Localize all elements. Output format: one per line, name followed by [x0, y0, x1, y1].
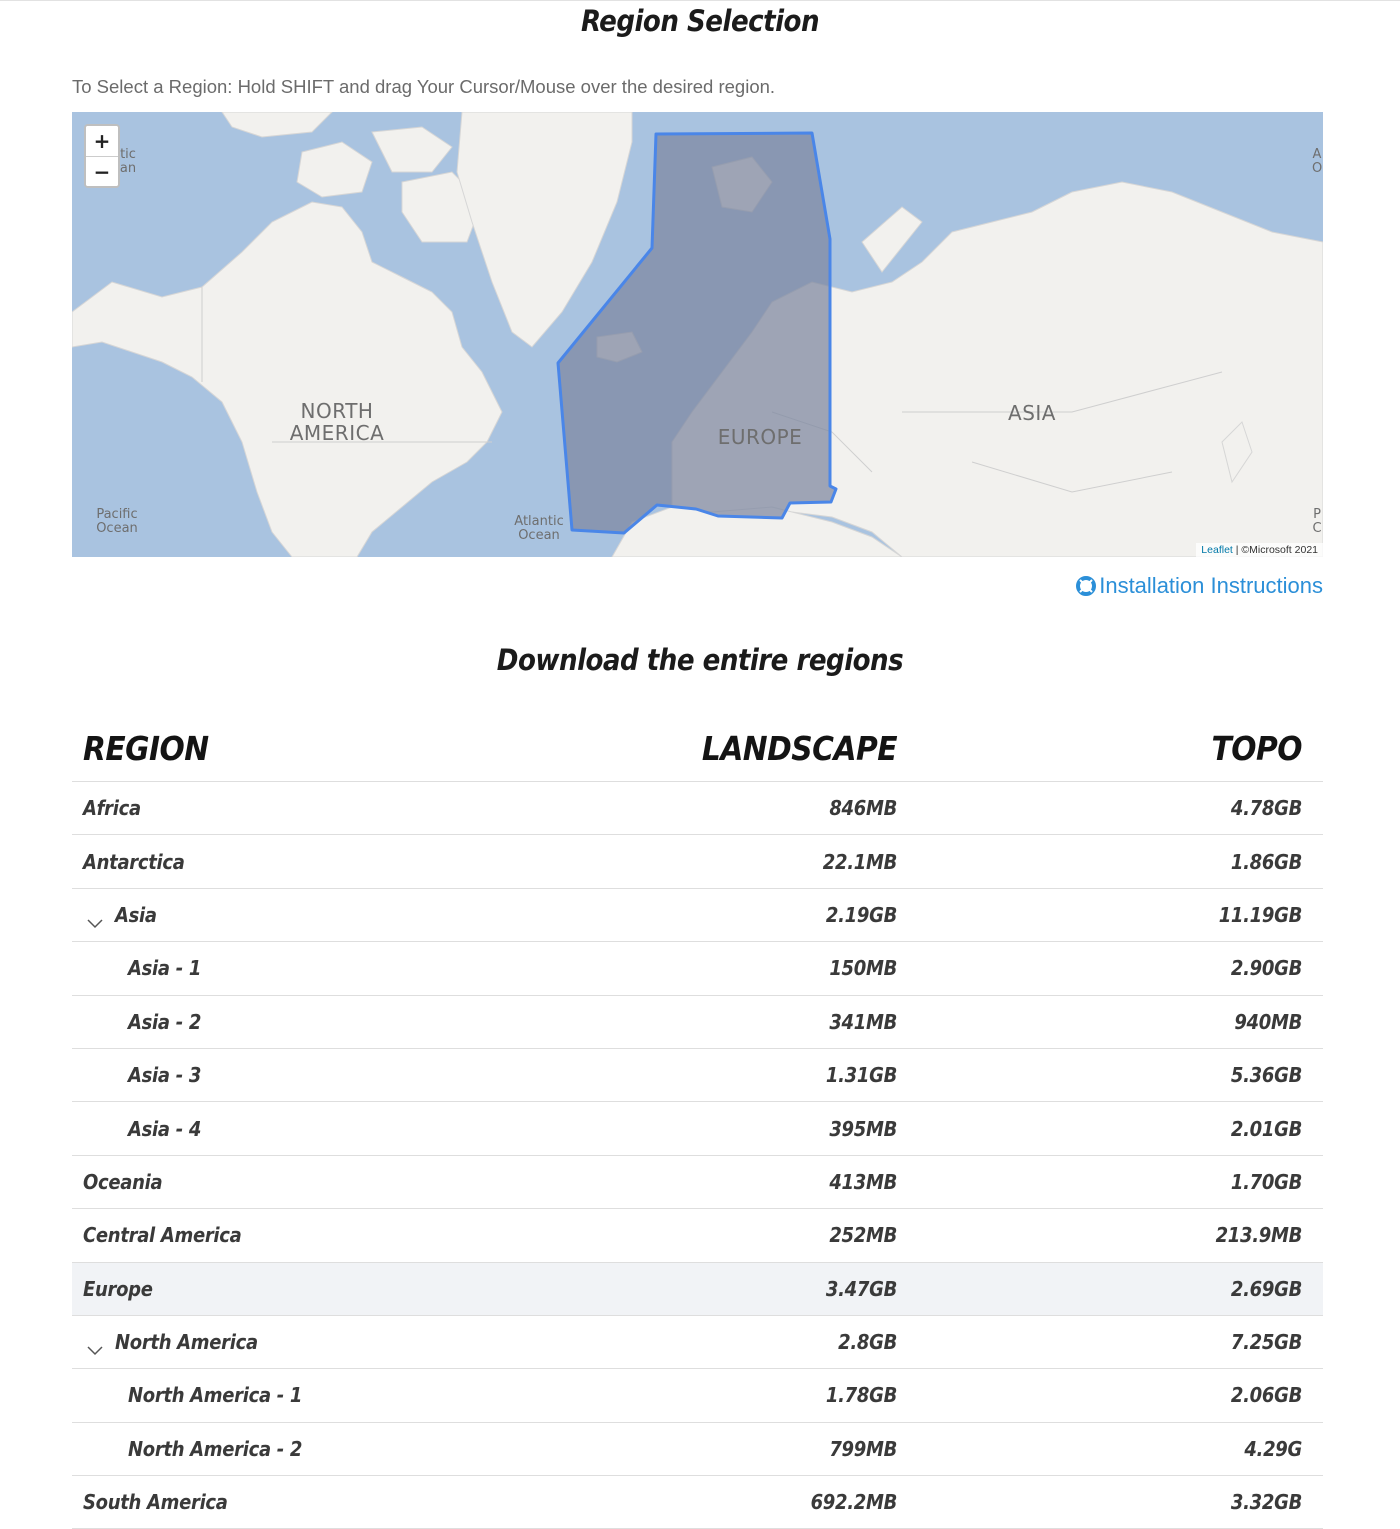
landscape-download-link[interactable]: 692.2MB	[811, 1490, 898, 1514]
region-name: Asia - 1	[128, 956, 202, 981]
region-name: North America - 1	[128, 1383, 303, 1408]
topo-download-link[interactable]: 4.78GB	[1231, 796, 1302, 820]
landscape-download-link[interactable]: 252MB	[829, 1223, 897, 1247]
region-name: Antarctica	[83, 849, 185, 874]
region-name: North America - 2	[128, 1436, 303, 1461]
arctic-ocean-label: tic an	[119, 147, 137, 177]
landscape-download-link[interactable]: 2.8GB	[838, 1330, 897, 1354]
chevron-down-icon[interactable]	[87, 910, 103, 929]
landscape-download-link[interactable]: 799MB	[829, 1437, 897, 1461]
table-row[interactable]: Antarctica 22.1MB 1.86GB	[72, 835, 1323, 889]
europe-label: EUROPE	[717, 425, 803, 449]
table-row[interactable]: Asia - 3 1.31GB 5.36GB	[72, 1049, 1323, 1103]
region-name: Oceania	[83, 1169, 163, 1194]
arctic-ocean-right-label: A O	[1312, 147, 1323, 177]
chevron-down-icon[interactable]	[87, 1337, 103, 1356]
table-row[interactable]: Asia - 2 341MB 940MB	[72, 996, 1323, 1049]
north-america-label: NORTH AMERICA	[289, 399, 385, 445]
landscape-download-link[interactable]: 1.31GB	[826, 1063, 897, 1087]
landscape-download-link[interactable]: 341MB	[829, 1010, 897, 1034]
zoom-control: + −	[84, 124, 120, 188]
table-row-selected[interactable]: Europe 3.47GB 2.69GB	[72, 1262, 1323, 1316]
topo-download-link[interactable]: 4.29G	[1244, 1437, 1302, 1461]
topo-download-link[interactable]: 1.70GB	[1231, 1170, 1302, 1194]
table-row[interactable]: Africa 846MB 4.78GB	[72, 782, 1323, 836]
asia-label: ASIA	[1008, 401, 1056, 425]
downloads-title: Download the entire regions	[496, 643, 904, 677]
topo-download-link[interactable]: 1.86GB	[1231, 850, 1302, 874]
topo-download-link[interactable]: 3.32GB	[1231, 1490, 1302, 1514]
downloads-table: REGION LANDSCAPE TOPO Africa 846MB 4.78G…	[72, 715, 1323, 1529]
region-name: North America	[115, 1330, 258, 1355]
landscape-download-link[interactable]: 22.1MB	[823, 850, 898, 874]
header-region: REGION	[83, 728, 209, 768]
topo-download-link[interactable]: 2.90GB	[1231, 956, 1302, 980]
table-row[interactable]: North America - 1 1.78GB 2.06GB	[72, 1369, 1323, 1423]
attribution-provider: ©Microsoft 2021	[1241, 544, 1318, 556]
landscape-download-link[interactable]: 846MB	[829, 796, 897, 820]
installation-instructions-link[interactable]: Installation Instructions	[1076, 573, 1323, 599]
region-name: Asia	[115, 902, 157, 927]
topo-download-link[interactable]: 5.36GB	[1231, 1063, 1302, 1087]
region-map[interactable]: + − tic an NORTH AMERICA EUROPE ASIA Atl…	[72, 112, 1323, 557]
region-name: Asia - 4	[128, 1116, 202, 1141]
table-row[interactable]: North America - 2 799MB 4.29G	[72, 1423, 1323, 1477]
landscape-download-link[interactable]: 413MB	[829, 1170, 897, 1194]
table-row[interactable]: Asia 2.19GB 11.19GB	[72, 889, 1323, 943]
landscape-download-link[interactable]: 2.19GB	[826, 903, 897, 927]
region-name: Asia - 2	[128, 1009, 202, 1034]
topo-download-link[interactable]: 11.19GB	[1219, 903, 1303, 927]
selection-instructions: To Select a Region: Hold SHIFT and drag …	[72, 76, 776, 97]
table-row[interactable]: North America 2.8GB 7.25GB	[72, 1316, 1323, 1370]
map-attribution: Leaflet | ©Microsoft 2021	[1196, 543, 1323, 557]
topo-download-link[interactable]: 2.06GB	[1231, 1383, 1302, 1407]
topo-download-link[interactable]: 2.69GB	[1231, 1277, 1302, 1301]
landscape-download-link[interactable]: 150MB	[829, 956, 897, 980]
map-tiles	[72, 112, 1323, 557]
region-name: Africa	[83, 796, 141, 821]
leaflet-link[interactable]: Leaflet	[1201, 544, 1233, 556]
region-name: Europe	[83, 1276, 153, 1301]
pacific-ocean-right-label: P C	[1312, 507, 1322, 537]
table-row[interactable]: Asia - 4 395MB 2.01GB	[72, 1102, 1323, 1156]
atlantic-ocean-label: Atlantic Ocean	[514, 514, 564, 544]
header-landscape: LANDSCAPE	[701, 728, 898, 768]
table-header: REGION LANDSCAPE TOPO	[72, 715, 1323, 782]
table-row[interactable]: South America 692.2MB 3.32GB	[72, 1476, 1323, 1529]
zoom-out-button[interactable]: −	[86, 156, 118, 186]
header-topo: TOPO	[1211, 728, 1303, 768]
landscape-download-link[interactable]: 3.47GB	[826, 1277, 897, 1301]
topo-download-link[interactable]: 213.9MB	[1216, 1223, 1303, 1247]
region-name: Asia - 3	[128, 1063, 202, 1088]
lifebuoy-icon	[1076, 576, 1097, 596]
table-row[interactable]: Oceania 413MB 1.70GB	[72, 1156, 1323, 1210]
topo-download-link[interactable]: 7.25GB	[1231, 1330, 1302, 1354]
region-name: South America	[83, 1490, 228, 1515]
installation-instructions-label: Installation Instructions	[1099, 573, 1323, 598]
region-name: Central America	[83, 1223, 242, 1248]
topo-download-link[interactable]: 2.01GB	[1231, 1117, 1302, 1141]
table-row[interactable]: Central America 252MB 213.9MB	[72, 1209, 1323, 1263]
pacific-ocean-label: Pacific Ocean	[96, 507, 138, 537]
table-row[interactable]: Asia - 1 150MB 2.90GB	[72, 942, 1323, 996]
zoom-in-button[interactable]: +	[86, 126, 118, 156]
landscape-download-link[interactable]: 1.78GB	[826, 1383, 897, 1407]
landscape-download-link[interactable]: 395MB	[829, 1117, 897, 1141]
topo-download-link[interactable]: 940MB	[1234, 1010, 1302, 1034]
page-title: Region Selection	[580, 4, 820, 38]
top-divider	[0, 0, 1400, 1]
